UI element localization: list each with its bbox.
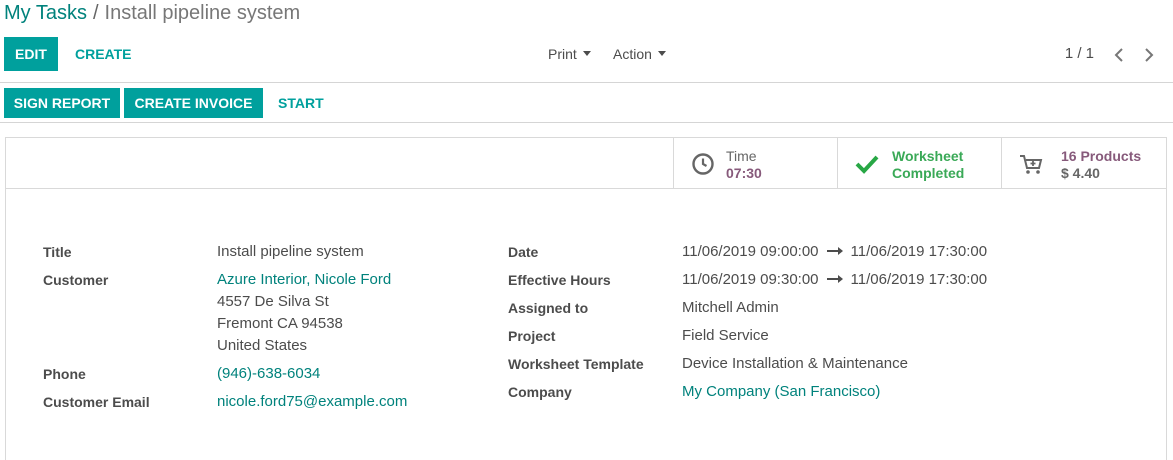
date-start: 11/06/2019 09:00:00	[682, 243, 819, 260]
title-label: Title	[43, 244, 72, 260]
edit-button[interactable]: EDIT	[4, 37, 58, 71]
project-label: Project	[508, 328, 556, 344]
pager-next-button[interactable]	[1139, 37, 1159, 71]
customer-email-label: Customer Email	[43, 394, 150, 410]
create-button[interactable]: CREATE	[75, 37, 132, 71]
date-range[interactable]: 11/06/2019 09:00:00 11/06/2019 17:30:00	[682, 243, 987, 260]
breadcrumb-separator: /	[92, 2, 99, 24]
time-smart-button[interactable]: Time 07:30	[673, 138, 837, 188]
status-bar: SIGN REPORT CREATE INVOICE START	[0, 88, 1173, 118]
caret-down-icon	[582, 51, 591, 57]
caret-down-icon	[657, 51, 666, 57]
time-label: Time	[726, 148, 757, 164]
breadcrumb-current: Install pipeline system	[104, 2, 301, 24]
print-dropdown[interactable]: Print	[548, 37, 591, 71]
products-smart-button[interactable]: 16 Products $ 4.40	[1001, 138, 1166, 188]
date-end: 11/06/2019 17:30:00	[850, 243, 988, 260]
date-label: Date	[508, 244, 539, 260]
customer-street: 4557 De Silva St	[217, 293, 329, 310]
chevron-left-icon	[1114, 48, 1123, 62]
worksheet-template-value[interactable]: Device Installation & Maintenance	[682, 355, 908, 372]
assigned-to-label: Assigned to	[508, 300, 589, 316]
project-value[interactable]: Field Service	[682, 327, 769, 344]
effective-hours-end: 11/06/2019 17:30:00	[850, 271, 988, 288]
worksheet-status-line2: Completed	[892, 165, 965, 181]
effective-hours-range[interactable]: 11/06/2019 09:30:00 11/06/2019 17:30:00	[682, 271, 987, 288]
action-dropdown-label: Action	[613, 46, 652, 62]
pager-previous-button[interactable]	[1109, 37, 1129, 71]
customer-city: Fremont CA 94538	[217, 315, 343, 332]
company-link[interactable]: My Company (San Francisco)	[682, 383, 880, 400]
check-icon	[855, 155, 879, 174]
action-dropdown[interactable]: Action	[613, 37, 666, 71]
start-button[interactable]: START	[278, 88, 324, 118]
divider	[0, 82, 1173, 83]
assigned-to-value[interactable]: Mitchell Admin	[682, 299, 779, 316]
smart-button-bar: Time 07:30 Worksheet Completed 16 Produc…	[6, 138, 1166, 189]
arrow-right-icon	[826, 275, 843, 283]
form-sheet: Time 07:30 Worksheet Completed 16 Produc…	[5, 137, 1167, 460]
customer-label: Customer	[43, 272, 109, 288]
phone-label: Phone	[43, 366, 86, 382]
breadcrumb-my-tasks-link[interactable]: My Tasks	[4, 2, 87, 24]
customer-email-link[interactable]: nicole.ford75@example.com	[217, 393, 407, 410]
products-total: $ 4.40	[1061, 165, 1100, 181]
title-value[interactable]: Install pipeline system	[217, 243, 364, 260]
effective-hours-label: Effective Hours	[508, 272, 611, 288]
customer-link[interactable]: Azure Interior, Nicole Ford	[217, 271, 391, 288]
create-invoice-button[interactable]: CREATE INVOICE	[124, 88, 263, 118]
time-value: 07:30	[726, 165, 762, 181]
worksheet-template-label: Worksheet Template	[508, 356, 644, 372]
products-count: 16 Products	[1061, 148, 1142, 164]
chevron-right-icon	[1145, 48, 1154, 62]
shopping-cart-icon	[1020, 155, 1043, 174]
sign-report-button[interactable]: SIGN REPORT	[4, 88, 120, 118]
worksheet-smart-button[interactable]: Worksheet Completed	[837, 138, 1001, 188]
pager-value[interactable]: 1 / 1	[1065, 37, 1094, 71]
arrow-right-icon	[826, 247, 843, 255]
effective-hours-start: 11/06/2019 09:30:00	[682, 271, 819, 288]
worksheet-status-line1: Worksheet	[892, 148, 964, 164]
print-dropdown-label: Print	[548, 46, 577, 62]
control-panel-toolbar: EDIT CREATE Print Action 1 / 1	[0, 37, 1173, 71]
breadcrumb: My Tasks / Install pipeline system	[4, 2, 300, 26]
divider	[0, 122, 1173, 123]
customer-country: United States	[217, 337, 308, 354]
company-label: Company	[508, 384, 572, 400]
phone-link[interactable]: (946)-638-6034	[217, 365, 320, 382]
clock-icon	[692, 153, 714, 175]
